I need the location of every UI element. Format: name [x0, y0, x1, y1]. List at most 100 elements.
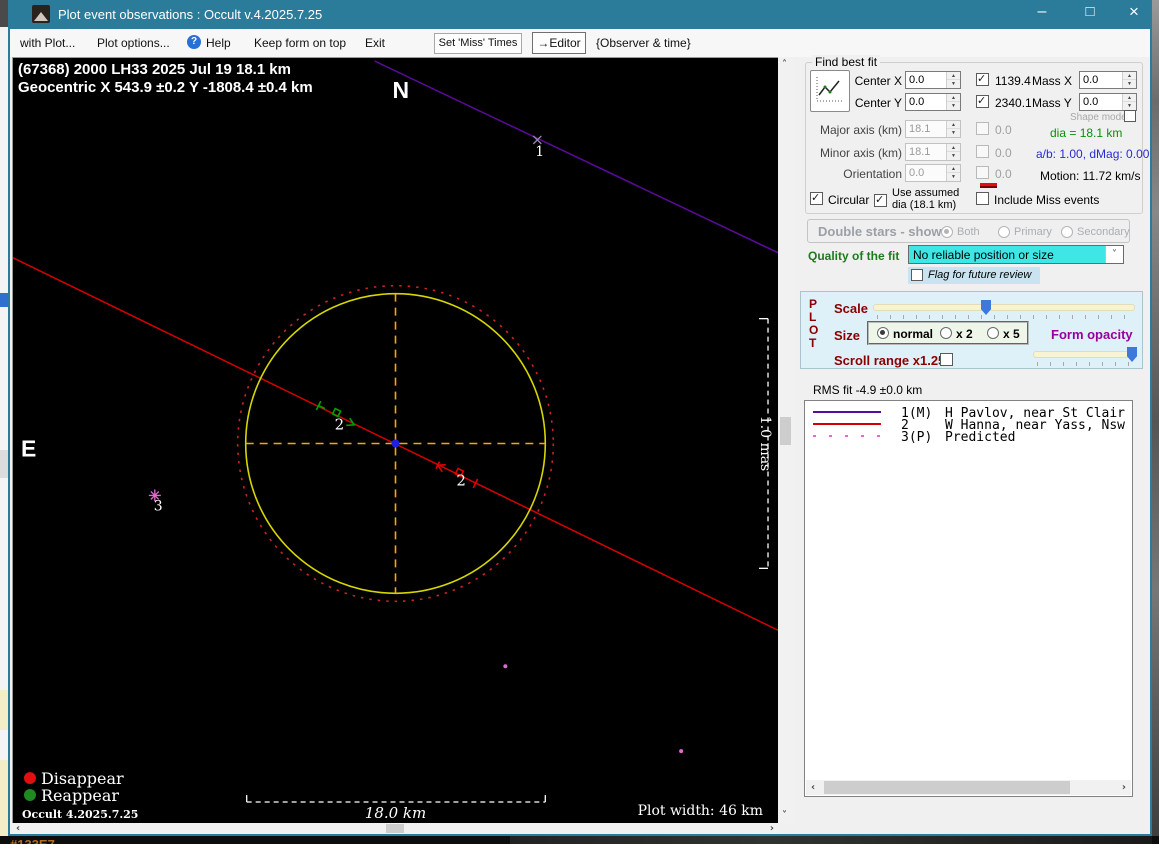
background-left-grey-box — [0, 450, 8, 478]
observations-listbox[interactable]: 1(M) H Pavlov, near St Clair 2 W Hanna, … — [804, 400, 1133, 797]
major-axis-fit-value: 0.0 — [995, 123, 1012, 137]
flag-review-checkbox[interactable] — [911, 269, 923, 281]
flag-review-container: Flag for future review — [908, 267, 1040, 284]
predicted-dot-1 — [503, 664, 507, 668]
scale-slider-thumb[interactable] — [981, 300, 991, 315]
center-y-fit-checkbox[interactable] — [976, 95, 989, 108]
size-x2-radio[interactable] — [940, 327, 952, 339]
use-assumed-line1: Use assumed — [892, 187, 959, 199]
plot-vertical-letter-t: T — [809, 336, 816, 350]
observation-name: Predicted — [945, 430, 1015, 445]
minor-axis-label: Minor axis (km) — [810, 146, 902, 160]
app-icon — [32, 5, 50, 23]
center-x-value: 0.0 — [909, 74, 924, 86]
observer-time-label[interactable]: {Observer & time} — [596, 36, 691, 50]
circular-checkbox[interactable] — [810, 192, 823, 205]
circular-label: Circular — [828, 193, 869, 207]
quality-combobox-dropdown[interactable]: ˅ — [1105, 246, 1123, 263]
menu-keep-form-on-top[interactable]: Keep form on top — [254, 36, 346, 50]
opacity-slider-track[interactable] — [1033, 351, 1137, 358]
use-assumed-line2: dia (18.1 km) — [892, 199, 959, 211]
mass-x-label: Mass X — [1032, 74, 1072, 88]
scale-slider-track[interactable] — [873, 304, 1135, 311]
menu-exit[interactable]: Exit — [365, 36, 385, 50]
horizontal-scroll-thumb[interactable] — [386, 824, 404, 833]
minor-axis-value: 18.1 — [909, 146, 930, 158]
desktop-right-strip — [1152, 0, 1159, 844]
listbox-scroll-left-arrow[interactable]: ‹ — [811, 782, 815, 793]
orientation-value: 0.0 — [909, 167, 924, 179]
plot-header-line1: (67368) 2000 LH33 2025 Jul 19 18.1 km — [18, 61, 291, 78]
size-x5-radio[interactable] — [987, 327, 999, 339]
scroll-range-checkbox[interactable] — [940, 353, 953, 366]
center-y-spin-buttons[interactable]: ▲▼ — [946, 94, 960, 110]
orientation-label: Orientation — [810, 167, 902, 181]
background-left-fragment-dark — [0, 0, 8, 27]
close-button[interactable]: × — [1114, 2, 1154, 26]
plot-control-panel: P L O T Scale Size normal x 2 x 5 Form o… — [800, 291, 1143, 369]
rms-fit-label: RMS fit -4.9 ±0.0 km — [813, 383, 922, 397]
center-y-value: 0.0 — [909, 96, 924, 108]
scale-slider-ticks — [877, 315, 1133, 319]
plot-width-label: Plot width: 46 km — [638, 803, 763, 819]
center-y-spinner[interactable]: 0.0 ▲▼ — [905, 93, 961, 111]
menu-with-plot[interactable]: with Plot... — [20, 36, 75, 50]
listbox-scroll-thumb[interactable] — [824, 781, 1070, 794]
quality-combobox[interactable]: No reliable position or size ˅ — [908, 245, 1124, 264]
scroll-left-arrow[interactable]: ‹ — [16, 823, 20, 834]
size-x2-label: x 2 — [956, 327, 973, 341]
vertical-scroll-thumb[interactable] — [780, 417, 791, 445]
minimize-button[interactable]: – — [1022, 3, 1062, 27]
shape-model-label: Shape model — [1070, 112, 1129, 123]
orientation-fit-value: 0.0 — [995, 167, 1012, 181]
plot-horizontal-scrollbar[interactable]: ‹ › — [12, 823, 778, 834]
observation-line-sample — [813, 423, 881, 425]
center-x-spin-buttons[interactable]: ▲▼ — [946, 72, 960, 88]
menu-help[interactable]: Help — [206, 36, 231, 50]
help-icon[interactable]: ? — [187, 35, 201, 49]
size-x5-label: x 5 — [1003, 327, 1020, 341]
mass-x-spinner[interactable]: 0.0 ▲▼ — [1079, 71, 1137, 89]
mass-x-spin-buttons[interactable]: ▲▼ — [1122, 72, 1136, 88]
scroll-up-arrow[interactable]: ˄ — [782, 59, 787, 70]
scroll-right-arrow[interactable]: › — [770, 823, 774, 834]
shape-model-checkbox[interactable] — [1124, 110, 1136, 122]
mass-y-value: 0.0 — [1083, 96, 1098, 108]
maximize-button[interactable]: □ — [1070, 3, 1110, 27]
chord-line-observer1 — [375, 61, 778, 253]
mass-y-spinner[interactable]: 0.0 ▲▼ — [1079, 93, 1137, 111]
window-title: Plot event observations : Occult v.4.202… — [58, 7, 322, 22]
dia-label: dia = 18.1 km — [1050, 126, 1122, 140]
listbox-scroll-right-arrow[interactable]: › — [1122, 782, 1126, 793]
opacity-slider-thumb[interactable] — [1127, 347, 1137, 362]
double-stars-secondary-radio — [1061, 226, 1073, 238]
plot-canvas[interactable]: (67368) 2000 LH33 2025 Jul 19 18.1 km Ge… — [12, 57, 778, 823]
scroll-down-arrow[interactable]: ˅ — [782, 810, 787, 821]
marker-2-green-label: 2 — [335, 416, 345, 434]
menu-plot-options[interactable]: Plot options... — [97, 36, 170, 50]
listbox-horizontal-scrollbar[interactable]: ‹ › — [806, 780, 1131, 795]
observation-row[interactable]: 3(P) Predicted — [805, 430, 1132, 443]
double-stars-both-radio — [941, 226, 953, 238]
plot-vertical-scrollbar[interactable]: ˄ ˅ — [778, 57, 793, 823]
size-normal-radio[interactable] — [877, 327, 889, 339]
mass-y-label: Mass Y — [1032, 96, 1072, 110]
title-bar[interactable]: Plot event observations : Occult v.4.202… — [10, 0, 1150, 29]
use-assumed-checkbox[interactable] — [874, 194, 887, 207]
center-x-fit-checkbox[interactable] — [976, 73, 989, 86]
background-window-label: #133E7 — [10, 837, 55, 844]
motion-label: Motion: 11.72 km/s — [1040, 169, 1141, 183]
background-left-yellow-patch-1 — [0, 690, 8, 730]
center-x-spinner[interactable]: 0.0 ▲▼ — [905, 71, 961, 89]
center-x-fit-value: 1139.4 — [995, 74, 1031, 88]
mass-y-spin-buttons[interactable]: ▲▼ — [1122, 94, 1136, 110]
size-normal-label: normal — [893, 327, 933, 341]
plot-vertical-letter-p: P — [809, 297, 817, 311]
double-stars-group: Double stars - show Both Primary Seconda… — [807, 219, 1130, 243]
editor-button[interactable]: →Editor — [532, 32, 586, 54]
include-miss-checkbox[interactable] — [976, 192, 989, 205]
set-miss-times-button[interactable]: Set 'Miss' Times — [434, 33, 522, 54]
plot-vertical-letter-l: L — [809, 310, 816, 324]
double-stars-label: Double stars - show — [818, 224, 942, 239]
use-assumed-label: Use assumed dia (18.1 km) — [892, 187, 959, 211]
